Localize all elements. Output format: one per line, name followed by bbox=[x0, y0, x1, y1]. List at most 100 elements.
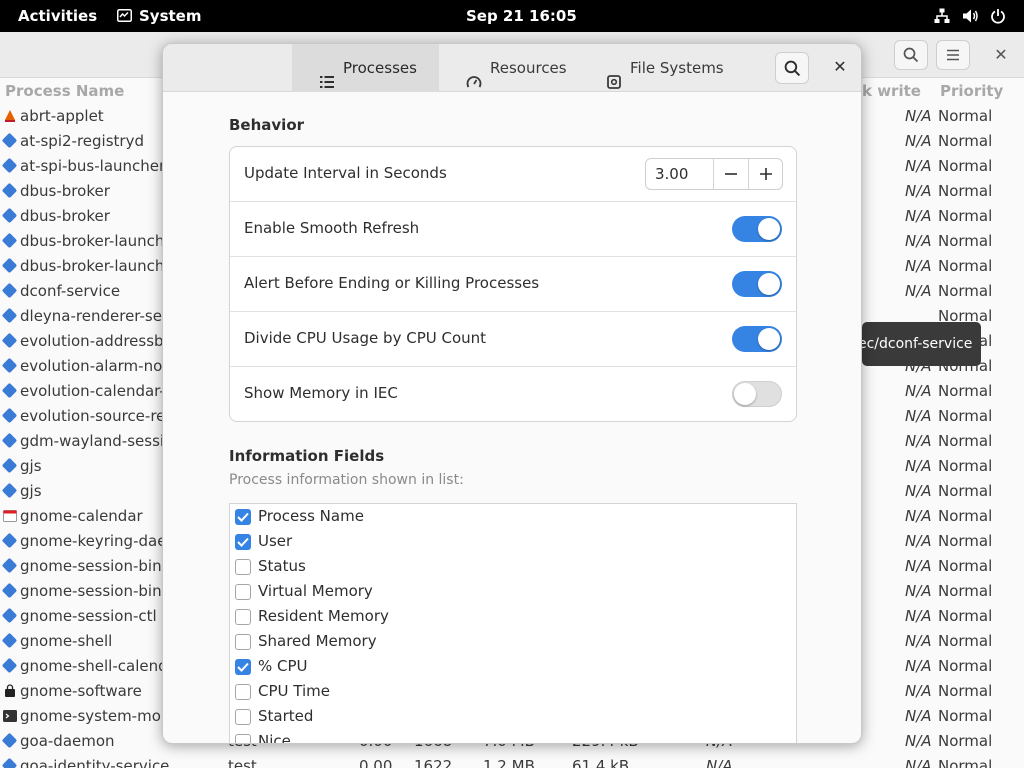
executable-icon bbox=[1, 182, 18, 199]
toggle-switch[interactable] bbox=[732, 326, 782, 352]
executable-icon bbox=[1, 257, 18, 274]
activities-button[interactable]: Activities bbox=[18, 0, 97, 32]
process-disk-write: N/A bbox=[905, 232, 932, 250]
field-label: Status bbox=[258, 557, 306, 575]
top-bar: Activities System Monitor Sep 21 16:05 bbox=[0, 0, 1024, 57]
clock[interactable]: Sep 21 16:05 bbox=[466, 0, 577, 32]
process-name: gnome-keyring-daem bbox=[20, 532, 182, 550]
process-name: dconf-service bbox=[20, 282, 121, 300]
search-button[interactable] bbox=[894, 40, 928, 70]
field-checkbox-row[interactable]: Started bbox=[230, 704, 796, 729]
process-disk-write: N/A bbox=[905, 582, 932, 600]
window-close-button[interactable]: ✕ bbox=[990, 44, 1012, 66]
system-status-menu[interactable] bbox=[934, 0, 1016, 32]
process-memory: 1.2 MB bbox=[483, 757, 535, 768]
process-name: abrt-applet bbox=[20, 107, 104, 125]
process-disk-write: N/A bbox=[905, 507, 932, 525]
toggle-switch[interactable] bbox=[732, 381, 782, 407]
process-name: evolution-alarm-notif bbox=[20, 357, 178, 375]
increment-button[interactable] bbox=[748, 159, 783, 189]
toggle-switch[interactable] bbox=[732, 271, 782, 297]
process-priority: Normal bbox=[938, 282, 993, 300]
process-row[interactable]: goa-identity-service N/A Normal test 0.00 162… bbox=[0, 754, 1024, 768]
process-disk-write: N/A bbox=[905, 682, 932, 700]
update-interval-value[interactable]: 3.00 bbox=[646, 159, 713, 189]
toggle-switch[interactable] bbox=[732, 216, 782, 242]
field-checkbox-row[interactable]: User bbox=[230, 529, 796, 554]
toggle-knob bbox=[734, 383, 756, 405]
checkbox[interactable] bbox=[235, 734, 251, 743]
checkbox[interactable] bbox=[235, 559, 251, 575]
field-checkbox-row[interactable]: Virtual Memory bbox=[230, 579, 796, 604]
process-name: evolution-calendar-fa bbox=[20, 382, 180, 400]
field-checkbox-row[interactable]: Resident Memory bbox=[230, 604, 796, 629]
process-name: dbus-broker-launch bbox=[20, 232, 165, 250]
field-checkbox-row[interactable]: CPU Time bbox=[230, 679, 796, 704]
process-disk-write: N/A bbox=[905, 207, 932, 225]
checkbox[interactable] bbox=[235, 609, 251, 625]
field-checkbox-row[interactable]: Nice bbox=[230, 729, 796, 743]
column-header-priority[interactable]: Priority bbox=[940, 82, 1003, 100]
checkbox[interactable] bbox=[235, 684, 251, 700]
tab-file-systems[interactable]: File Systems bbox=[595, 44, 755, 92]
checkbox[interactable] bbox=[235, 659, 251, 675]
power-icon bbox=[990, 8, 1006, 24]
process-cpu: 0.00 bbox=[359, 757, 393, 768]
process-disk-write: N/A bbox=[905, 382, 932, 400]
process-name: gnome-calendar bbox=[20, 507, 143, 525]
field-checkbox-row[interactable]: Shared Memory bbox=[230, 629, 796, 654]
behavior-section-title: Behavior bbox=[229, 116, 305, 134]
executable-icon bbox=[1, 282, 18, 299]
executable-icon bbox=[1, 757, 18, 768]
process-name: gjs bbox=[20, 482, 42, 500]
process-tooltip: ec/dconf-service bbox=[862, 322, 981, 366]
executable-icon bbox=[1, 457, 18, 474]
process-user: test bbox=[228, 757, 257, 768]
main-menu-button[interactable] bbox=[936, 40, 970, 70]
toggle-knob bbox=[758, 218, 780, 240]
executable-icon bbox=[1, 232, 18, 249]
process-id: 1622 bbox=[414, 757, 453, 768]
field-checkbox-row[interactable]: Status bbox=[230, 554, 796, 579]
update-interval-spinbutton[interactable]: 3.00 bbox=[645, 158, 783, 190]
process-priority: Normal bbox=[938, 732, 993, 750]
decrement-button[interactable] bbox=[713, 159, 748, 189]
process-disk-write: N/A bbox=[905, 132, 932, 150]
checkbox[interactable] bbox=[235, 509, 251, 525]
field-checkbox-row[interactable]: % CPU bbox=[230, 654, 796, 679]
process-priority: Normal bbox=[938, 107, 993, 125]
dialog-close-button[interactable]: ✕ bbox=[829, 56, 851, 78]
process-name: gnome-software bbox=[20, 682, 142, 700]
tab-resources[interactable]: Resources bbox=[439, 44, 595, 92]
process-disk-write: N/A bbox=[905, 757, 932, 768]
executable-icon bbox=[1, 432, 18, 449]
update-interval-row: Update Interval in Seconds 3.00 bbox=[230, 147, 796, 202]
dialog-search-button[interactable] bbox=[775, 52, 809, 84]
column-header-disk-write[interactable]: k write bbox=[862, 82, 921, 100]
checkbox[interactable] bbox=[235, 709, 251, 725]
toggle-row: Alert Before Ending or Killing Processes bbox=[230, 257, 796, 312]
process-name: gjs bbox=[20, 457, 42, 475]
process-name: gdm-wayland-session bbox=[20, 432, 183, 450]
behavior-settings-list: Update Interval in Seconds 3.00 Enable S… bbox=[229, 146, 797, 422]
checkbox[interactable] bbox=[235, 534, 251, 550]
process-priority: Normal bbox=[938, 557, 993, 575]
process-priority: Normal bbox=[938, 207, 993, 225]
field-label: CPU Time bbox=[258, 682, 330, 700]
dialog-header: Processes Resources File Systems ✕ bbox=[163, 44, 861, 92]
close-icon: ✕ bbox=[833, 57, 847, 76]
field-label: % CPU bbox=[258, 657, 308, 675]
column-header-process-name[interactable]: Process Name bbox=[5, 82, 124, 100]
process-priority: Normal bbox=[938, 182, 993, 200]
process-name: gnome-system-monit bbox=[20, 707, 181, 725]
toggle-label: Show Memory in IEC bbox=[244, 384, 398, 402]
tab-processes[interactable]: Processes bbox=[292, 44, 439, 92]
field-checkbox-row[interactable]: Process Name bbox=[230, 504, 796, 529]
process-disk-write: N/A bbox=[905, 432, 932, 450]
executable-icon bbox=[1, 482, 18, 499]
checkbox[interactable] bbox=[235, 584, 251, 600]
checkbox[interactable] bbox=[235, 634, 251, 650]
app-menu[interactable]: System Monitor bbox=[117, 0, 267, 57]
executable-icon bbox=[1, 632, 18, 649]
process-disk-write: N/A bbox=[905, 482, 932, 500]
